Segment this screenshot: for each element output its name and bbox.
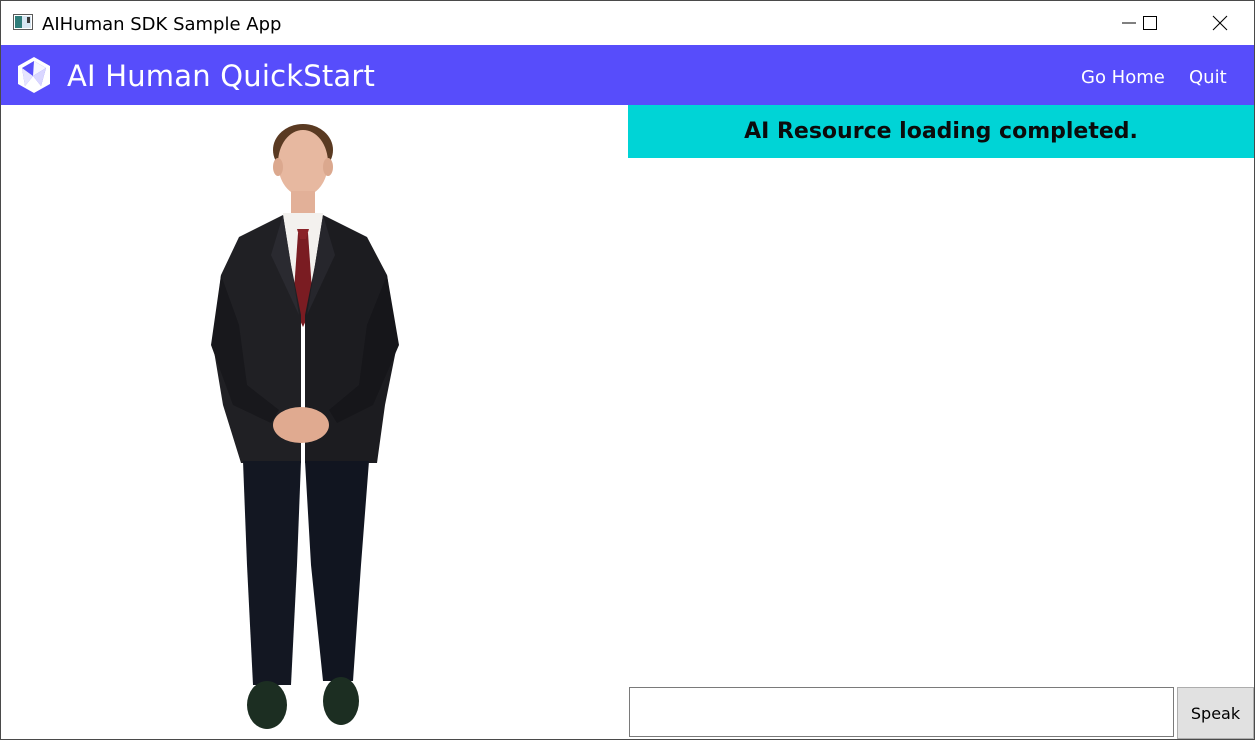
avatar-panel <box>1 105 627 739</box>
close-icon <box>1212 15 1228 31</box>
maximize-button[interactable] <box>1127 1 1173 45</box>
ai-human-avatar <box>211 124 399 729</box>
quit-link[interactable]: Quit <box>1189 67 1227 88</box>
maximize-icon <box>1143 16 1157 30</box>
window-title: AIHuman SDK Sample App <box>42 14 282 35</box>
app-header: AI Human QuickStart Go Home Quit <box>1 45 1254 105</box>
status-banner: AI Resource loading completed. <box>628 105 1254 158</box>
go-home-link[interactable]: Go Home <box>1081 67 1165 88</box>
close-button[interactable] <box>1197 1 1243 45</box>
title-bar[interactable]: AIHuman SDK Sample App <box>1 1 1254 45</box>
app-window: AIHuman SDK Sample App AI Human QuickSta… <box>0 0 1255 740</box>
speak-text-input[interactable] <box>629 687 1174 737</box>
app-title: AI Human QuickStart <box>67 59 376 93</box>
status-message: AI Resource loading completed. <box>744 119 1138 144</box>
chat-area <box>628 158 1254 686</box>
app-icon <box>13 14 33 30</box>
cube-logo-icon <box>18 57 50 93</box>
speak-button[interactable]: Speak <box>1177 687 1254 739</box>
